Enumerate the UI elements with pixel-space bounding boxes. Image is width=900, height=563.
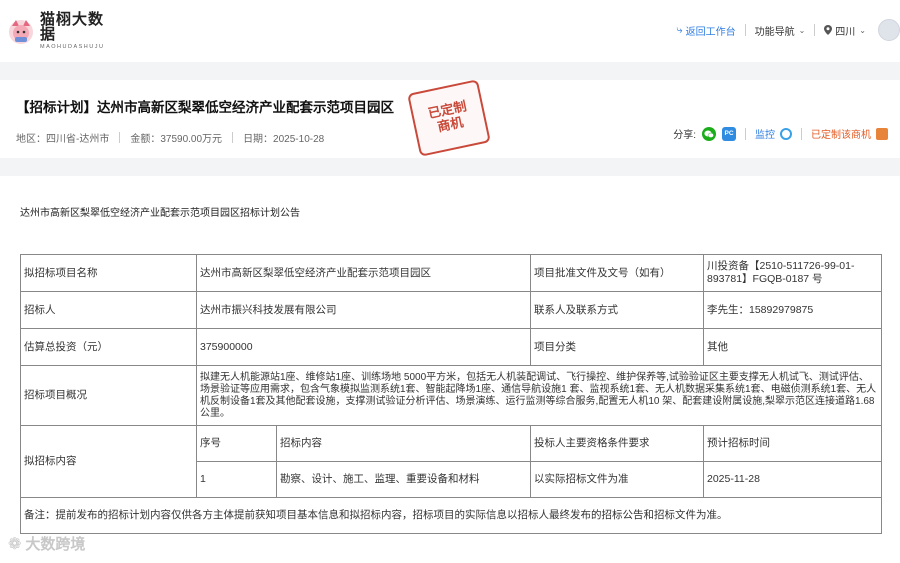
investment-value: 375900000 bbox=[196, 328, 531, 366]
category-value: 其他 bbox=[703, 328, 882, 366]
watermark-logo-icon: ❁ bbox=[8, 535, 22, 553]
date-meta: 日期：2025-10-28 bbox=[243, 134, 325, 145]
divider bbox=[814, 24, 816, 36]
table-row: 拟招标内容 序号 招标内容 投标人主要资格条件要求 预计招标时间 bbox=[20, 425, 882, 498]
notice-card: 达州市高新区梨翠低空经济产业配套示范项目园区招标计划公告 拟招标项目名称 达州市… bbox=[0, 176, 900, 563]
content-cell-content: 勘察、设计、施工、监理、重要设备和材料 bbox=[276, 461, 531, 498]
back-label: 返回工作台 bbox=[685, 26, 736, 38]
function-nav-label: 功能导航 bbox=[754, 26, 795, 38]
user-avatar[interactable] bbox=[878, 19, 900, 41]
function-nav-dropdown[interactable]: 功能导航 ⌄ bbox=[755, 23, 806, 38]
logo-mark-icon bbox=[6, 16, 36, 46]
top-bar: 猫栩大数据 MAOHUDASHUJU ⤷ 返回工作台 功能导航 ⌄ 四川 ⌄ bbox=[0, 0, 900, 62]
plan-table: 拟招标项目名称 达州市高新区梨翠低空经济产业配套示范项目园区 项目批准文件及文号… bbox=[20, 254, 882, 534]
watermark-text: 大数跨境 bbox=[25, 536, 86, 553]
chevron-down-icon: ⌄ bbox=[798, 25, 806, 35]
content-label: 拟招标内容 bbox=[20, 425, 197, 498]
table-row: 估算总投资（元） 375900000 项目分类 其他 bbox=[20, 328, 882, 366]
project-header-card: 【招标计划】达州市高新区梨翠低空经济产业配套示范项目园区 地区：四川省-达州市 … bbox=[0, 79, 900, 158]
content-header-content: 招标内容 bbox=[276, 425, 531, 462]
contact-value: 李先生：15892979875 bbox=[703, 291, 882, 329]
bookmark-icon[interactable] bbox=[876, 127, 888, 140]
region-selector[interactable]: 四川 ⌄ bbox=[824, 23, 866, 38]
wechat-share-icon[interactable] bbox=[702, 126, 716, 141]
content-cell-time: 2025-11-28 bbox=[703, 461, 882, 498]
divider bbox=[232, 132, 234, 143]
divider bbox=[744, 24, 746, 36]
header-actions: 分享: PC 监控 已定制该商机 bbox=[673, 126, 888, 141]
table-row: 拟招标项目名称 达州市高新区梨翠低空经济产业配套示范项目园区 项目批准文件及文号… bbox=[20, 254, 882, 292]
table-row: 招标人 达州市振兴科技发展有限公司 联系人及联系方式 李先生：158929798… bbox=[20, 291, 882, 329]
overview-value: 拟建无人机能源站1座、维修站1座、训练场地 5000平方米，包括无人机装配调试、… bbox=[196, 365, 882, 426]
table-row: 备注：提前发布的招标计划内容仅供各方主体提前获知项目基本信息和拟招标内容，招标项… bbox=[20, 497, 882, 534]
back-to-workbench-link[interactable]: ⤷ 返回工作台 bbox=[676, 23, 735, 38]
approval-doc-value: 川投资备【2510-511726-99-01-893781】FGQB-0187 … bbox=[703, 254, 882, 292]
category-label: 项目分类 bbox=[530, 328, 704, 366]
tenderer-value: 达州市振兴科技发展有限公司 bbox=[196, 291, 531, 329]
pc-share-icon[interactable]: PC bbox=[722, 126, 736, 141]
contact-label: 联系人及联系方式 bbox=[530, 291, 704, 329]
investment-label: 估算总投资（元） bbox=[20, 328, 197, 366]
notice-title: 达州市高新区梨翠低空经济产业配套示范项目园区招标计划公告 bbox=[20, 208, 300, 219]
approval-doc-label: 项目批准文件及文号（如有） bbox=[530, 254, 704, 292]
content-header-qualification: 投标人主要资格条件要求 bbox=[530, 425, 704, 462]
brand-logo[interactable]: 猫栩大数据 MAOHUDASHUJU bbox=[6, 10, 116, 52]
stamp-line2: 商机 bbox=[436, 114, 465, 135]
watermark: ❁ 大数跨境 bbox=[8, 533, 85, 554]
content-cell-qualification: 以实际招标文件为准 bbox=[530, 461, 704, 498]
divider bbox=[119, 132, 121, 143]
content-header-time: 预计招标时间 bbox=[703, 425, 882, 462]
region-meta: 地区：四川省-达州市 bbox=[16, 134, 110, 145]
tenderer-label: 招标人 bbox=[20, 291, 197, 329]
project-meta: 地区：四川省-达州市 金额：37590.00万元 日期：2025-10-28 bbox=[16, 130, 324, 145]
overview-label: 招标项目概况 bbox=[20, 365, 197, 426]
monitor-link[interactable]: 监控 bbox=[755, 126, 775, 141]
page-title: 【招标计划】达州市高新区梨翠低空经济产业配套示范项目园区 bbox=[16, 100, 394, 115]
customized-link[interactable]: 已定制该商机 bbox=[811, 126, 871, 141]
divider bbox=[801, 127, 802, 140]
return-arrow-icon: ⤷ bbox=[676, 23, 683, 36]
project-name-label: 拟招标项目名称 bbox=[20, 254, 197, 292]
monitor-icon[interactable] bbox=[780, 127, 792, 140]
table-row: 招标项目概况 拟建无人机能源站1座、维修站1座、训练场地 5000平方米，包括无… bbox=[20, 365, 882, 426]
brand-name-en: MAOHUDASHUJU bbox=[40, 43, 105, 50]
customized-stamp: 已定制 商机 bbox=[407, 79, 491, 157]
share-label: 分享: bbox=[673, 130, 696, 141]
project-name-value: 达州市高新区梨翠低空经济产业配套示范项目园区 bbox=[196, 254, 531, 292]
divider bbox=[745, 127, 746, 140]
region-label: 四川 bbox=[835, 26, 856, 38]
brand-name: 猫栩大数据 bbox=[40, 10, 105, 43]
content-cell-seq: 1 bbox=[196, 461, 277, 498]
location-pin-icon bbox=[824, 25, 833, 35]
chevron-down-icon: ⌄ bbox=[859, 25, 866, 35]
remark-cell: 备注：提前发布的招标计划内容仅供各方主体提前获知项目基本信息和拟招标内容，招标项… bbox=[20, 497, 882, 534]
amount-meta: 金额：37590.00万元 bbox=[130, 134, 223, 145]
content-header-seq: 序号 bbox=[196, 425, 277, 462]
top-nav: ⤷ 返回工作台 功能导航 ⌄ 四川 ⌄ bbox=[676, 18, 900, 42]
